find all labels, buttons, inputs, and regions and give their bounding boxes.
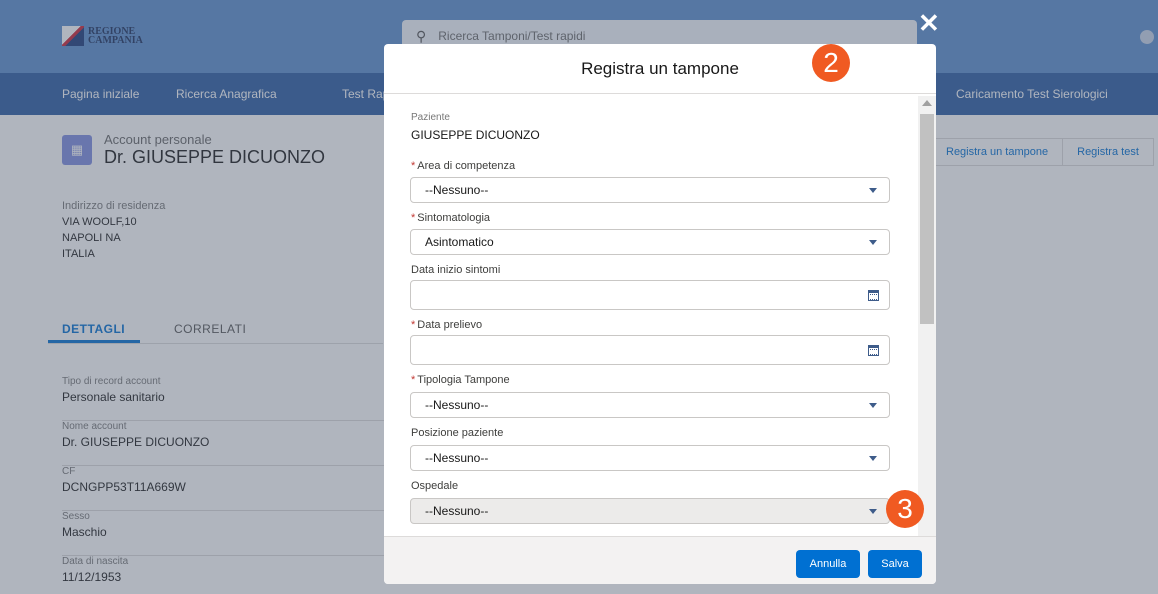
- calendar-icon[interactable]: [868, 290, 879, 301]
- scroll-up-icon[interactable]: [922, 100, 932, 106]
- required-marker: *: [411, 374, 416, 386]
- ospedale-select[interactable]: --Nessuno--: [410, 498, 890, 524]
- close-modal-icon[interactable]: ✕: [918, 10, 940, 36]
- chevron-down-icon: [869, 188, 877, 193]
- step-3-badge: 3: [886, 490, 924, 528]
- cancel-button[interactable]: Annulla: [796, 550, 860, 578]
- posizione-select[interactable]: --Nessuno--: [410, 445, 890, 471]
- scroll-thumb[interactable]: [920, 114, 934, 324]
- modal-scrollbar[interactable]: [918, 96, 936, 536]
- posizione-label: Posizione paziente: [411, 427, 504, 439]
- save-button[interactable]: Salva: [868, 550, 922, 578]
- paziente-value: GIUSEPPE DICUONZO: [411, 128, 540, 142]
- chevron-down-icon: [869, 240, 877, 245]
- data-inizio-input[interactable]: [410, 280, 890, 310]
- required-marker: *: [411, 319, 416, 331]
- ospedale-label: Ospedale: [411, 480, 459, 492]
- sintomatologia-select[interactable]: Asintomatico: [410, 229, 890, 255]
- data-prelievo-input[interactable]: [410, 335, 890, 365]
- sintomatologia-label: * Sintomatologia: [411, 212, 491, 224]
- required-marker: *: [411, 160, 416, 172]
- area-label: * Area di competenza: [411, 160, 516, 172]
- tipologia-label: * Tipologia Tampone: [411, 374, 510, 386]
- chevron-down-icon: [869, 509, 877, 514]
- chevron-down-icon: [869, 403, 877, 408]
- calendar-icon[interactable]: [868, 345, 879, 356]
- tipologia-select[interactable]: --Nessuno--: [410, 392, 890, 418]
- step-2-badge: 2: [812, 44, 850, 82]
- data-inizio-label: Data inizio sintomi: [411, 264, 501, 276]
- modal-header: Registra un tampone: [384, 44, 936, 94]
- paziente-label: Paziente: [411, 112, 450, 123]
- registra-tampone-modal: Registra un tampone Paziente GIUSEPPE DI…: [384, 44, 936, 584]
- chevron-down-icon: [869, 456, 877, 461]
- modal-footer: Annulla Salva: [384, 536, 936, 584]
- modal-title: Registra un tampone: [581, 58, 739, 78]
- modal-body: Paziente GIUSEPPE DICUONZO * Area di comp…: [384, 94, 936, 536]
- data-prelievo-label: * Data prelievo: [411, 319, 483, 331]
- area-select[interactable]: --Nessuno--: [410, 177, 890, 203]
- required-marker: *: [411, 212, 416, 224]
